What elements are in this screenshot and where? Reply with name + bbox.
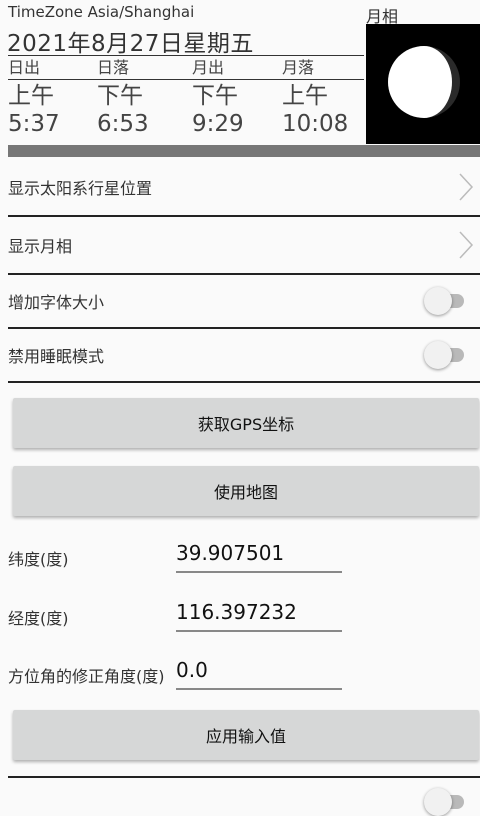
sunrise-time: 5:37 (8, 111, 60, 137)
azimuth-correction-label: 方位角的修正角度(度) (8, 667, 165, 686)
divider (8, 381, 480, 383)
partial-toggle[interactable] (424, 788, 470, 816)
sunrise-label: 日出 (8, 58, 41, 77)
apply-input-button[interactable]: 应用输入值 (13, 710, 479, 760)
show-planets-label: 显示太阳系行星位置 (8, 178, 153, 198)
disable-sleep-row: 禁用睡眠模式 (0, 329, 480, 381)
divider (8, 55, 364, 56)
get-gps-button[interactable]: 获取GPS坐标 (13, 398, 479, 448)
header-panel: TimeZone Asia/Shanghai 2021年8月27日星期五 日出 … (0, 0, 480, 145)
divider (8, 776, 480, 778)
chevron-right-icon (459, 231, 474, 259)
increase-font-toggle[interactable] (424, 287, 470, 315)
moonset-column: 月落 上午 10:08 (282, 57, 348, 138)
sunset-column: 日落 下午 6:53 (97, 57, 149, 138)
sun-moon-times: 日出 上午 5:37 日落 下午 6:53 月出 下午 9:29 月落 上午 1… (0, 57, 364, 145)
moonset-ampm: 上午 (282, 83, 328, 109)
longitude-input[interactable] (176, 600, 342, 632)
moon-phase-icon (388, 46, 460, 118)
timezone-label: TimeZone Asia/Shanghai (8, 3, 195, 21)
latitude-input[interactable] (176, 541, 342, 573)
longitude-label: 经度(度) (8, 609, 69, 628)
sunset-label: 日落 (97, 58, 130, 77)
disable-sleep-label: 禁用睡眠模式 (8, 347, 105, 366)
show-moon-phase-row[interactable]: 显示月相 (0, 217, 480, 273)
sunrise-column: 日出 上午 5:37 (8, 57, 60, 138)
latitude-label: 纬度(度) (8, 550, 69, 569)
moonrise-time: 9:29 (192, 111, 244, 137)
sunset-time: 6:53 (97, 111, 149, 137)
show-moon-phase-label: 显示月相 (8, 237, 73, 256)
disable-sleep-toggle[interactable] (424, 341, 470, 369)
header-divider-band (8, 145, 480, 157)
moonrise-ampm: 下午 (192, 83, 238, 109)
moonset-time: 10:08 (282, 111, 349, 137)
show-planets-row[interactable]: 显示太阳系行星位置 (0, 158, 480, 215)
sunrise-ampm: 上午 (8, 83, 54, 109)
azimuth-correction-input[interactable] (176, 658, 342, 690)
increase-font-row: 增加字体大小 (0, 275, 480, 327)
date-label: 2021年8月27日星期五 (7, 31, 254, 57)
moon-phase-display (366, 24, 480, 144)
moonrise-label: 月出 (192, 58, 225, 77)
increase-font-label: 增加字体大小 (8, 293, 105, 312)
chevron-right-icon (459, 173, 474, 201)
use-map-button[interactable]: 使用地图 (13, 466, 479, 516)
sunset-ampm: 下午 (97, 83, 143, 109)
moonrise-column: 月出 下午 9:29 (192, 57, 244, 138)
moonset-label: 月落 (282, 58, 315, 77)
